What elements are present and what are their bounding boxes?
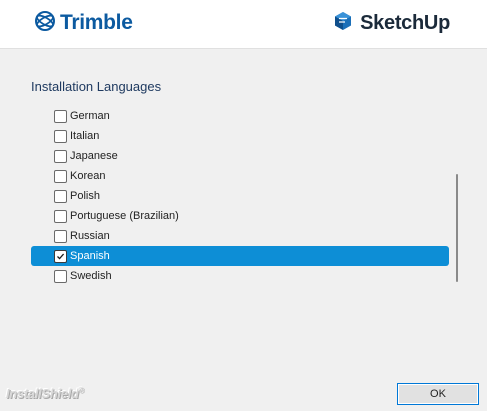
language-label: Korean <box>70 170 106 182</box>
list-item-language[interactable]: Japanese <box>31 146 449 166</box>
sketchup-cube-icon <box>332 10 354 37</box>
language-checkbox[interactable] <box>54 169 67 183</box>
language-label: Russian <box>70 230 110 242</box>
language-label: Japanese <box>70 150 118 162</box>
sketchup-wordmark: SketchUp <box>360 11 450 34</box>
language-label: Swedish <box>70 270 112 282</box>
scrollbar-thumb[interactable] <box>456 174 458 282</box>
language-label: Italian <box>70 130 100 142</box>
language-checkbox[interactable] <box>54 269 67 283</box>
list-item-language[interactable]: Portuguese (Brazilian) <box>31 206 449 226</box>
language-label: Spanish <box>70 250 110 262</box>
list-item-language[interactable]: German <box>31 106 449 126</box>
section-title: Installation Languages <box>31 79 162 94</box>
language-list[interactable]: German Italian Japanese Korean Polish Portugu… <box>31 104 461 284</box>
language-label: Portuguese (Brazilian) <box>70 210 179 222</box>
trimble-wordmark: Trimble <box>60 11 133 34</box>
language-checkbox[interactable] <box>54 109 67 123</box>
checkmark-icon <box>57 253 65 260</box>
language-checkbox[interactable] <box>54 209 67 223</box>
list-item-language[interactable]: Spanish <box>31 246 449 266</box>
list-scrollbar[interactable] <box>454 104 460 284</box>
installshield-logo: InstallShield® <box>6 386 84 401</box>
list-item-language[interactable]: Russian <box>31 226 449 246</box>
trimble-logo: Trimble <box>34 10 133 36</box>
trimble-globe-icon <box>34 10 56 37</box>
ok-button[interactable]: OK <box>397 383 479 405</box>
sketchup-logo: SketchUp <box>332 10 450 36</box>
list-item-language[interactable]: Polish <box>31 186 449 206</box>
language-checkbox[interactable] <box>54 229 67 243</box>
list-item-language[interactable]: Swedish <box>31 266 449 284</box>
list-item-language[interactable]: Korean <box>31 166 449 186</box>
list-item-language[interactable]: Italian <box>31 126 449 146</box>
language-checkbox[interactable] <box>54 129 67 143</box>
language-checkbox[interactable] <box>54 149 67 163</box>
language-label: Polish <box>70 190 100 202</box>
language-checkbox[interactable] <box>54 189 67 203</box>
language-checkbox[interactable] <box>54 249 67 263</box>
header-banner: Trimble SketchUp <box>0 0 487 49</box>
language-label: German <box>70 110 110 122</box>
